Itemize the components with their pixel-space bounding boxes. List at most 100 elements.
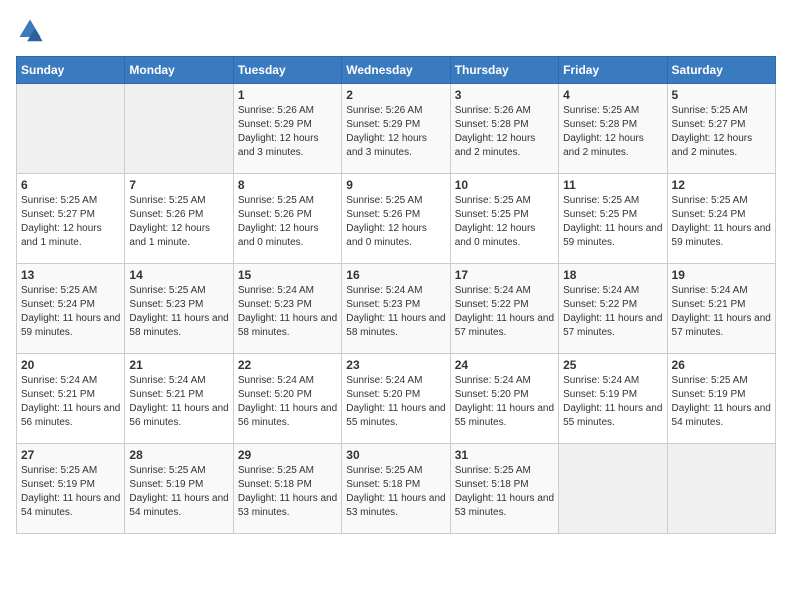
day-number: 8: [238, 178, 337, 192]
day-cell: 22 Sunrise: 5:24 AMSunset: 5:20 PMDayligh…: [233, 354, 341, 444]
day-cell: 9Sunrise: 5:25 AMSunset: 5:26 PMDaylight…: [342, 174, 450, 264]
week-row-5: 27 Sunrise: 5:25 AMSunset: 5:19 PMDayligh…: [17, 444, 776, 534]
day-info: Sunrise: 5:25 AMSunset: 5:26 PMDaylight:…: [238, 194, 337, 250]
column-header-sunday: Sunday: [17, 57, 125, 84]
day-info: Sunrise: 5:25 AMSunset: 5:25 PMDaylight:…: [563, 194, 662, 250]
day-info: Sunrise: 5:24 AMSunset: 5:22 PMDaylight:…: [563, 284, 662, 340]
day-cell: [667, 444, 775, 534]
day-info: Sunrise: 5:24 AMSunset: 5:21 PMDaylight:…: [129, 374, 228, 430]
day-info: Sunrise: 5:24 AMSunset: 5:20 PMDaylight:…: [238, 374, 337, 430]
day-info: Sunrise: 5:24 AMSunset: 5:19 PMDaylight:…: [563, 374, 662, 430]
day-info: Sunrise: 5:24 AMSunset: 5:23 PMDaylight:…: [238, 284, 337, 340]
day-info: Sunrise: 5:25 AMSunset: 5:19 PMDaylight:…: [21, 464, 120, 520]
day-cell: 28 Sunrise: 5:25 AMSunset: 5:19 PMDayligh…: [125, 444, 233, 534]
day-cell: [17, 84, 125, 174]
day-number: 13: [21, 268, 120, 282]
day-cell: 21 Sunrise: 5:24 AMSunset: 5:21 PMDayligh…: [125, 354, 233, 444]
day-number: 27: [21, 448, 120, 462]
day-info: Sunrise: 5:25 AMSunset: 5:19 PMDaylight:…: [672, 374, 771, 430]
day-number: 29: [238, 448, 337, 462]
day-info: Sunrise: 5:25 AMSunset: 5:18 PMDaylight:…: [346, 464, 445, 520]
day-number: 16: [346, 268, 445, 282]
day-cell: 17 Sunrise: 5:24 AMSunset: 5:22 PMDayligh…: [450, 264, 558, 354]
day-cell: 4Sunrise: 5:25 AMSunset: 5:28 PMDaylight…: [559, 84, 667, 174]
day-cell: 5 Sunrise: 5:25 AMSunset: 5:27 PMDaylight…: [667, 84, 775, 174]
day-info: Sunrise: 5:25 AMSunset: 5:24 PMDaylight:…: [672, 194, 771, 250]
calendar-table: SundayMondayTuesdayWednesdayThursdayFrid…: [16, 56, 776, 534]
day-number: 24: [455, 358, 554, 372]
day-cell: 16 Sunrise: 5:24 AMSunset: 5:23 PMDayligh…: [342, 264, 450, 354]
day-cell: 3 Sunrise: 5:26 AMSunset: 5:28 PMDaylight…: [450, 84, 558, 174]
day-number: 28: [129, 448, 228, 462]
day-cell: 24Sunrise: 5:24 AMSunset: 5:20 PMDayligh…: [450, 354, 558, 444]
day-number: 3: [455, 88, 554, 102]
day-cell: 13 Sunrise: 5:25 AMSunset: 5:24 PMDayligh…: [17, 264, 125, 354]
column-header-thursday: Thursday: [450, 57, 558, 84]
day-cell: 20Sunrise: 5:24 AMSunset: 5:21 PMDayligh…: [17, 354, 125, 444]
day-cell: 25Sunrise: 5:24 AMSunset: 5:19 PMDayligh…: [559, 354, 667, 444]
day-number: 20: [21, 358, 120, 372]
day-number: 6: [21, 178, 120, 192]
day-number: 26: [672, 358, 771, 372]
day-info: Sunrise: 5:26 AMSunset: 5:29 PMDaylight:…: [346, 104, 445, 160]
day-info: Sunrise: 5:24 AMSunset: 5:23 PMDaylight:…: [346, 284, 445, 340]
day-number: 11: [563, 178, 662, 192]
logo-icon: [16, 16, 44, 44]
day-number: 1: [238, 88, 337, 102]
column-header-monday: Monday: [125, 57, 233, 84]
day-info: Sunrise: 5:25 AMSunset: 5:25 PMDaylight:…: [455, 194, 554, 250]
day-number: 7: [129, 178, 228, 192]
day-cell: 31 Sunrise: 5:25 AMSunset: 5:18 PMDayligh…: [450, 444, 558, 534]
day-number: 14: [129, 268, 228, 282]
day-cell: 6 Sunrise: 5:25 AMSunset: 5:27 PMDaylight…: [17, 174, 125, 264]
day-number: 31: [455, 448, 554, 462]
week-row-3: 13 Sunrise: 5:25 AMSunset: 5:24 PMDayligh…: [17, 264, 776, 354]
day-cell: 19Sunrise: 5:24 AMSunset: 5:21 PMDayligh…: [667, 264, 775, 354]
day-number: 17: [455, 268, 554, 282]
day-info: Sunrise: 5:25 AMSunset: 5:18 PMDaylight:…: [238, 464, 337, 520]
day-number: 15: [238, 268, 337, 282]
day-cell: [559, 444, 667, 534]
day-cell: 11 Sunrise: 5:25 AMSunset: 5:25 PMDayligh…: [559, 174, 667, 264]
day-info: Sunrise: 5:25 AMSunset: 5:18 PMDaylight:…: [455, 464, 554, 520]
day-cell: 2Sunrise: 5:26 AMSunset: 5:29 PMDaylight…: [342, 84, 450, 174]
day-info: Sunrise: 5:25 AMSunset: 5:27 PMDaylight:…: [21, 194, 120, 250]
day-info: Sunrise: 5:26 AMSunset: 5:29 PMDaylight:…: [238, 104, 337, 160]
day-cell: 1 Sunrise: 5:26 AMSunset: 5:29 PMDaylight…: [233, 84, 341, 174]
day-number: 21: [129, 358, 228, 372]
day-cell: [125, 84, 233, 174]
week-row-1: 1 Sunrise: 5:26 AMSunset: 5:29 PMDaylight…: [17, 84, 776, 174]
day-number: 30: [346, 448, 445, 462]
day-cell: 8 Sunrise: 5:25 AMSunset: 5:26 PMDaylight…: [233, 174, 341, 264]
day-cell: 15 Sunrise: 5:24 AMSunset: 5:23 PMDayligh…: [233, 264, 341, 354]
day-number: 10: [455, 178, 554, 192]
day-info: Sunrise: 5:26 AMSunset: 5:28 PMDaylight:…: [455, 104, 554, 160]
week-row-2: 6 Sunrise: 5:25 AMSunset: 5:27 PMDaylight…: [17, 174, 776, 264]
day-info: Sunrise: 5:25 AMSunset: 5:24 PMDaylight:…: [21, 284, 120, 340]
day-info: Sunrise: 5:25 AMSunset: 5:27 PMDaylight:…: [672, 104, 771, 160]
column-header-tuesday: Tuesday: [233, 57, 341, 84]
day-number: 18: [563, 268, 662, 282]
day-number: 22: [238, 358, 337, 372]
logo: [16, 16, 48, 44]
day-number: 12: [672, 178, 771, 192]
column-header-friday: Friday: [559, 57, 667, 84]
day-cell: 14Sunrise: 5:25 AMSunset: 5:23 PMDayligh…: [125, 264, 233, 354]
day-number: 5: [672, 88, 771, 102]
day-info: Sunrise: 5:24 AMSunset: 5:22 PMDaylight:…: [455, 284, 554, 340]
day-cell: 18 Sunrise: 5:24 AMSunset: 5:22 PMDayligh…: [559, 264, 667, 354]
day-info: Sunrise: 5:24 AMSunset: 5:21 PMDaylight:…: [672, 284, 771, 340]
page-header: [16, 16, 776, 44]
day-number: 23: [346, 358, 445, 372]
day-cell: 27 Sunrise: 5:25 AMSunset: 5:19 PMDayligh…: [17, 444, 125, 534]
column-header-wednesday: Wednesday: [342, 57, 450, 84]
column-header-saturday: Saturday: [667, 57, 775, 84]
day-number: 9: [346, 178, 445, 192]
day-cell: 29 Sunrise: 5:25 AMSunset: 5:18 PMDayligh…: [233, 444, 341, 534]
day-cell: 10 Sunrise: 5:25 AMSunset: 5:25 PMDayligh…: [450, 174, 558, 264]
calendar-header-row: SundayMondayTuesdayWednesdayThursdayFrid…: [17, 57, 776, 84]
day-number: 4: [563, 88, 662, 102]
day-cell: 7Sunrise: 5:25 AMSunset: 5:26 PMDaylight…: [125, 174, 233, 264]
day-info: Sunrise: 5:25 AMSunset: 5:19 PMDaylight:…: [129, 464, 228, 520]
day-cell: 26 Sunrise: 5:25 AMSunset: 5:19 PMDayligh…: [667, 354, 775, 444]
